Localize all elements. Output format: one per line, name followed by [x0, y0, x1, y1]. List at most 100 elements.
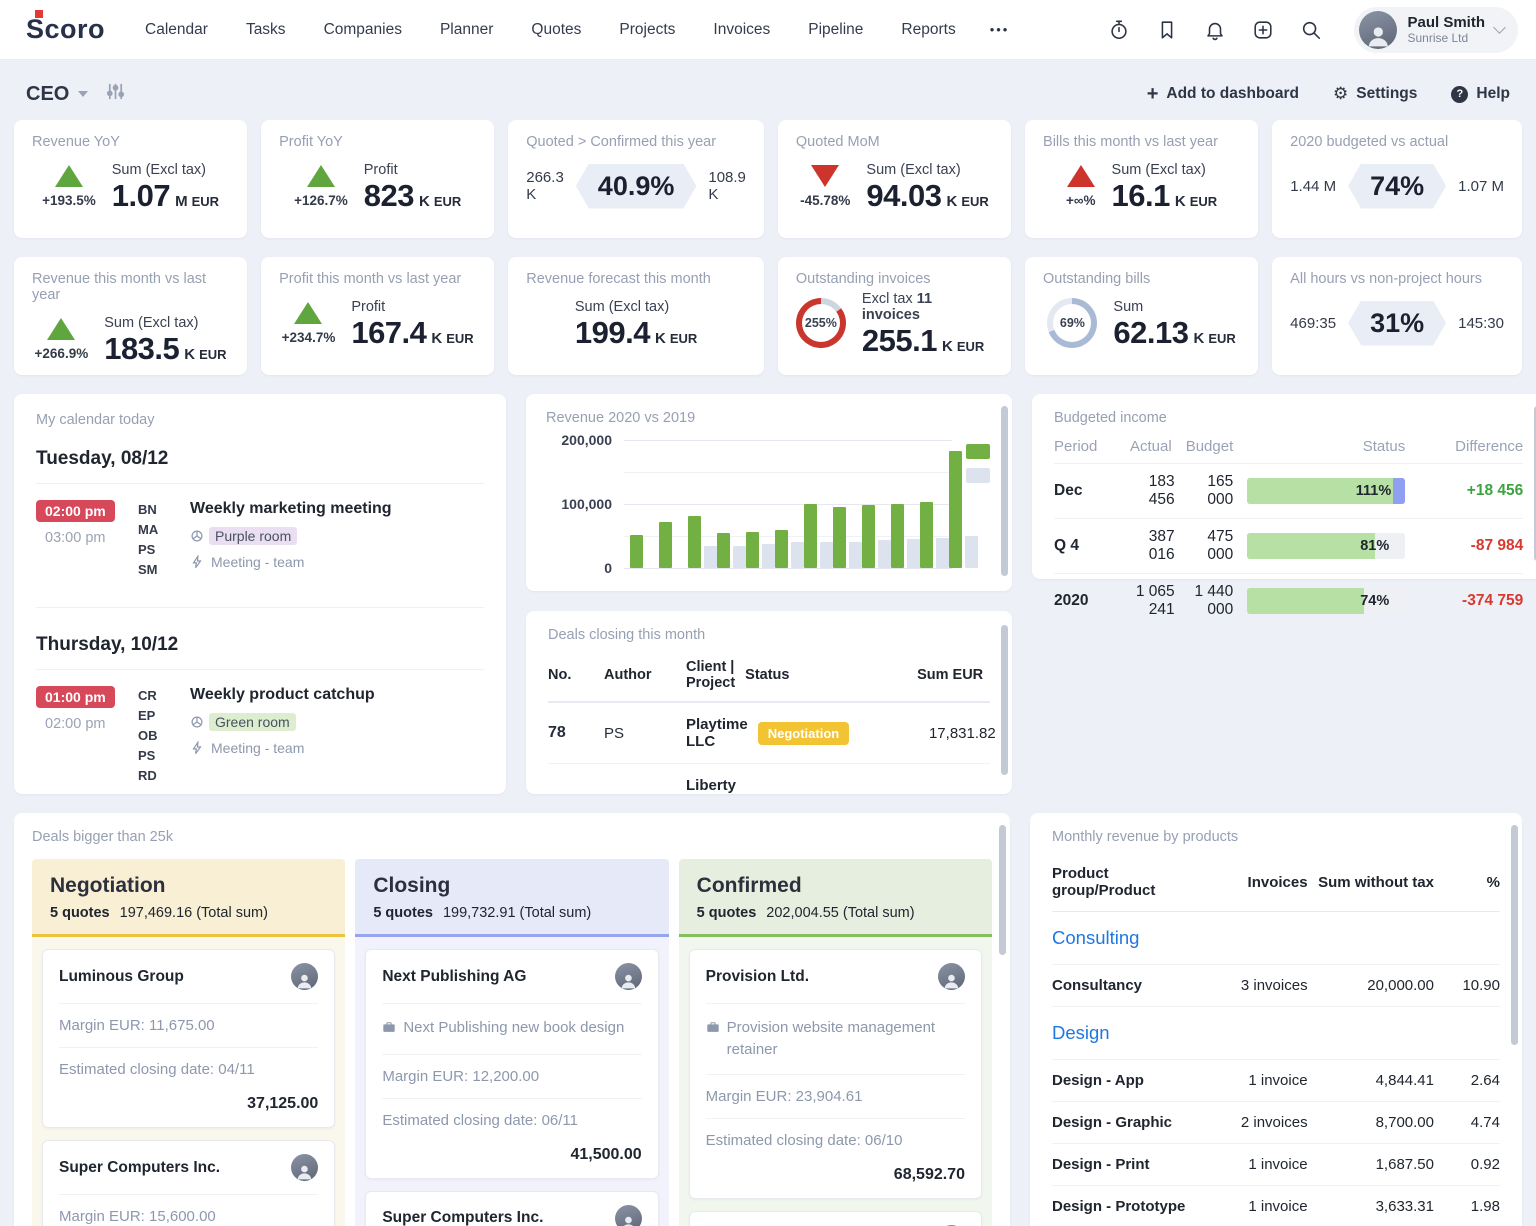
- kpi-card-revenue-yoy[interactable]: Revenue YoY+193.5%Sum (Excl tax)1.07MEUR: [14, 120, 247, 238]
- user-menu[interactable]: Paul Smith Sunrise Ltd: [1354, 7, 1518, 53]
- column-header-product-group-product: Product group/Product: [1052, 865, 1213, 899]
- product-row[interactable]: Consultancy3 invoices20,000.0010.90: [1052, 965, 1500, 1007]
- kpi-label: Sum: [1113, 299, 1235, 315]
- calendar-event[interactable]: 02:00 pm03:00 pmBNMAPSSMWeekly marketing…: [36, 484, 484, 608]
- deal-card-next-publishing-ag[interactable]: Next Publishing AGNext Publishing new bo…: [365, 949, 658, 1179]
- kanban-column-negotiation: Negotiation5 quotes197,469.16 (Total sum…: [32, 859, 345, 1226]
- nav-item-calendar[interactable]: Calendar: [145, 21, 208, 39]
- search-icon[interactable]: [1300, 19, 1322, 41]
- product-row[interactable]: Design - Prototype1 invoice3,633.311.98: [1052, 1186, 1500, 1226]
- deals-kanban-panel: Deals bigger than 25k Negotiation5 quote…: [14, 813, 1010, 1226]
- column-header-status: Status: [1247, 438, 1405, 455]
- nav-item-tasks[interactable]: Tasks: [246, 21, 286, 39]
- nav-item-planner[interactable]: Planner: [440, 21, 493, 39]
- product-group-design[interactable]: Design: [1052, 1007, 1500, 1060]
- product-sum: 3,633.31: [1316, 1198, 1434, 1215]
- deal-card-super-computers-inc[interactable]: Super Computers Inc.Margin EUR: 15,600.0…: [42, 1140, 335, 1226]
- budget-status-bar: 81%: [1247, 533, 1405, 559]
- product-row[interactable]: Design - Graphic2 invoices8,700.004.74: [1052, 1102, 1500, 1144]
- deal-card-luminous-group[interactable]: Luminous GroupMargin EUR: 11,675.00Estim…: [42, 949, 335, 1128]
- dashboard-header: CEO + Add to dashboard ⚙ Settings ? Help: [0, 60, 1536, 120]
- nav-item-reports[interactable]: Reports: [901, 21, 955, 39]
- settings-button[interactable]: ⚙ Settings: [1333, 84, 1417, 104]
- bar-group[interactable]: [804, 504, 833, 568]
- kanban-column-closing: Closing5 quotes199,732.91 (Total sum)Nex…: [355, 859, 668, 1226]
- kpi-card-2020-budgeted-vs-actual[interactable]: 2020 budgeted vs actual1.44 M74%1.07 M: [1272, 120, 1522, 238]
- bar-group[interactable]: [920, 502, 949, 568]
- add-new-icon[interactable]: [1252, 19, 1274, 41]
- bar-2020: [688, 516, 701, 568]
- y-tick-label: 200,000: [561, 432, 612, 448]
- column-header-author: Author: [604, 667, 676, 683]
- budget-row[interactable]: Q 4387 016475 00081%-87 984: [1054, 519, 1523, 574]
- kpi-card-outstanding-bills[interactable]: Outstanding bills69%Sum62.13KEUR: [1025, 257, 1258, 375]
- kpi-card-outstanding-invoices[interactable]: Outstanding invoices255%Excl tax 11 invo…: [778, 257, 1011, 375]
- bar-chart: 0100,000200,000: [546, 440, 992, 568]
- nav-item-projects[interactable]: Projects: [619, 21, 675, 39]
- bar-group[interactable]: [746, 532, 775, 568]
- kpi-title: Quoted > Confirmed this year: [526, 134, 746, 150]
- timer-icon[interactable]: [1108, 19, 1130, 41]
- bar-group[interactable]: [717, 533, 746, 568]
- product-name: Design - Print: [1052, 1156, 1213, 1173]
- event-start-time: 02:00 pm: [36, 500, 115, 522]
- dashboard-selector[interactable]: CEO: [26, 83, 88, 106]
- kpi-card-bills-this-month-vs-last-year[interactable]: Bills this month vs last year+∞%Sum (Exc…: [1025, 120, 1258, 238]
- bookmark-icon[interactable]: [1156, 19, 1178, 41]
- room-icon: [190, 715, 204, 729]
- budget-row[interactable]: Dec183 456165 000111%+18 456: [1054, 464, 1523, 519]
- scrollbar[interactable]: [1511, 825, 1518, 1045]
- budget-difference: -87 984: [1419, 537, 1523, 555]
- bar-2019: [762, 544, 775, 568]
- more-menu-icon[interactable]: •••: [990, 22, 1010, 37]
- budget-row[interactable]: 20201 065 2411 440 00074%-374 759: [1054, 574, 1523, 629]
- deal-row[interactable]: 78PSPlaytime LLCNegotiation17,831.826,56…: [548, 703, 990, 764]
- bar-group[interactable]: [659, 522, 688, 568]
- product-row[interactable]: Design - Print1 invoice1,687.500.92: [1052, 1144, 1500, 1186]
- kpi-card-all-hours-vs-non-project-hours[interactable]: All hours vs non-project hours469:3531%1…: [1272, 257, 1522, 375]
- bar-group[interactable]: [862, 505, 891, 568]
- bar-group[interactable]: [833, 507, 862, 568]
- bar-group[interactable]: [949, 451, 978, 568]
- event-attendees: CREPOBPSRD...: [138, 686, 190, 794]
- help-button[interactable]: ? Help: [1451, 85, 1510, 103]
- kpi-card-revenue-forecast-this-month[interactable]: Revenue forecast this monthSum (Excl tax…: [508, 257, 764, 375]
- kpi-title: Bills this month vs last year: [1043, 134, 1240, 150]
- room-icon: [190, 529, 204, 543]
- kpi-value-unit: K: [947, 193, 958, 210]
- scoro-logo[interactable]: Scoro: [26, 14, 105, 45]
- bar-group[interactable]: [630, 535, 659, 568]
- kpi-card-profit-this-month-vs-last-year[interactable]: Profit this month vs last year+234.7%Pro…: [261, 257, 494, 375]
- kpi-left-value: 1.44 M: [1290, 178, 1336, 195]
- add-to-dashboard-button[interactable]: + Add to dashboard: [1147, 84, 1299, 104]
- bar-group[interactable]: [891, 504, 920, 568]
- nav-item-quotes[interactable]: Quotes: [531, 21, 581, 39]
- product-group-consulting[interactable]: Consulting: [1052, 912, 1500, 965]
- kpi-card-quoted-mom[interactable]: Quoted MoM-45.78%Sum (Excl tax)94.03KEUR: [778, 120, 1011, 238]
- nav-item-invoices[interactable]: Invoices: [713, 21, 770, 39]
- bell-icon[interactable]: [1204, 19, 1226, 41]
- nav-item-pipeline[interactable]: Pipeline: [808, 21, 863, 39]
- briefcase-icon: [706, 1017, 720, 1041]
- kpi-card-profit-yoy[interactable]: Profit YoY+126.7%Profit823KEUR: [261, 120, 494, 238]
- kpi-ratio-percent: 31%: [1348, 301, 1446, 346]
- deal-row[interactable]: 97CBLiberty Legal PartnersLiberty Legal …: [548, 764, 990, 794]
- product-row[interactable]: Design - App1 invoice4,844.412.64: [1052, 1060, 1500, 1102]
- deal-card-super-computers-inc[interactable]: Super Computers Inc.Margin EUR: 19,900.0…: [365, 1191, 658, 1226]
- panel-title: Budgeted income: [1054, 410, 1523, 426]
- deal-card-concept-llc[interactable]: Concept LLCMargin EUR: 9,779.25: [689, 1211, 982, 1226]
- donut-percent: 255%: [796, 298, 846, 348]
- filter-sliders-icon[interactable]: [106, 82, 125, 106]
- scrollbar[interactable]: [1001, 406, 1008, 576]
- bar-group[interactable]: [688, 516, 717, 568]
- deal-card-provision-ltd[interactable]: Provision Ltd.Provision website manageme…: [689, 949, 982, 1199]
- kpi-card-revenue-this-month-vs-last-year[interactable]: Revenue this month vs last year+266.9%Su…: [14, 257, 247, 375]
- calendar-event[interactable]: 01:00 pm02:00 pmCREPOBPSRD...Weekly prod…: [36, 670, 484, 794]
- scrollbar[interactable]: [1001, 625, 1008, 775]
- kanban-column-header: Confirmed5 quotes202,004.55 (Total sum): [679, 859, 992, 937]
- nav-item-companies[interactable]: Companies: [324, 21, 402, 39]
- bar-2020: [717, 533, 730, 568]
- bar-group[interactable]: [775, 530, 804, 568]
- scrollbar[interactable]: [999, 825, 1006, 955]
- kpi-card-quoted-confirmed-this-year[interactable]: Quoted > Confirmed this year266.3 K40.9%…: [508, 120, 764, 238]
